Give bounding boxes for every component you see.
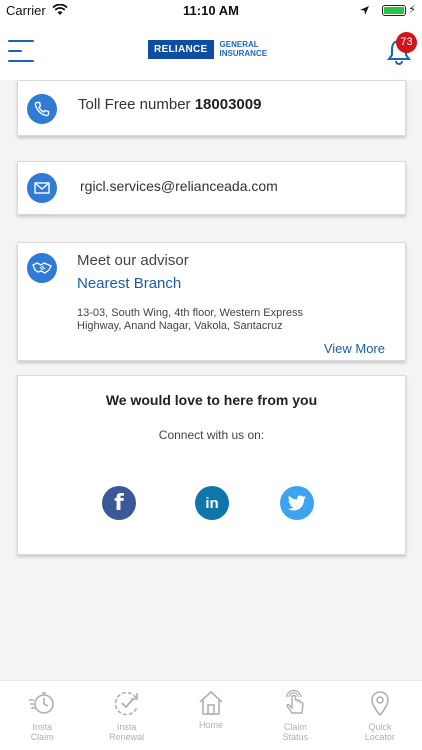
tab-label: Insta Claim xyxy=(30,722,54,742)
logo-sub-text: GENERAL INSURANCE xyxy=(219,40,268,58)
tab-label: Quick Locator xyxy=(364,722,395,742)
tab-label: Home xyxy=(199,720,224,730)
handshake-icon xyxy=(27,253,57,283)
advisor-card: Meet our advisor Nearest Branch 13-03, S… xyxy=(17,242,406,361)
tap-hand-icon xyxy=(286,689,305,714)
battery-icon xyxy=(382,5,406,16)
tab-insta-renewal[interactable]: Insta Renewal xyxy=(84,681,168,750)
tab-label: Insta Renewal xyxy=(109,722,145,742)
tab-insta-claim[interactable]: Insta Claim xyxy=(0,681,84,750)
notification-badge[interactable]: 73 xyxy=(396,32,417,53)
social-card: We would love to here from you Connect w… xyxy=(17,375,406,555)
logo-main-text: RELIANCE xyxy=(148,39,214,59)
connect-text: Connect with us on: xyxy=(158,428,265,442)
location-arrow-icon xyxy=(359,4,370,19)
phone-icon xyxy=(27,94,57,124)
nearest-branch-link[interactable]: Nearest Branch xyxy=(77,275,181,292)
charging-icon: ⚡ xyxy=(408,4,416,16)
renew-check-icon xyxy=(114,691,138,716)
location-pin-icon xyxy=(371,691,389,717)
stopwatch-icon xyxy=(29,692,55,714)
branch-address: 13-03, South Wing, 4th floor, Western Ex… xyxy=(77,307,304,332)
email-card[interactable]: rgicl.services@relianceada.com xyxy=(17,161,406,215)
twitter-icon[interactable] xyxy=(280,486,314,520)
facebook-icon[interactable]: f xyxy=(102,486,136,520)
view-more-link[interactable]: View More xyxy=(324,341,385,356)
social-heading: We would love to here from you xyxy=(105,392,318,408)
linkedin-icon[interactable]: in xyxy=(195,486,229,520)
status-bar: Carrier 11:10 AM ⚡ xyxy=(0,0,422,22)
toll-free-number: 18003009 xyxy=(194,96,262,113)
toll-free-card[interactable]: Toll Free number 18003009 xyxy=(17,80,406,136)
advisor-title: Meet our advisor xyxy=(77,252,189,269)
tab-home[interactable]: Home xyxy=(169,681,253,750)
app-header: RELIANCE GENERAL INSURANCE 73 xyxy=(0,22,422,80)
toll-free-text: Toll Free number 18003009 xyxy=(78,96,262,113)
tab-claim-status[interactable]: Claim Status xyxy=(253,681,337,750)
reliance-logo: RELIANCE GENERAL INSURANCE xyxy=(148,39,267,59)
tab-label: Claim Status xyxy=(282,722,309,742)
bottom-tab-bar: Insta Claim Insta Renewal Home Claim Status… xyxy=(0,680,422,750)
tab-quick-locator[interactable]: Quick Locator xyxy=(338,681,422,750)
home-icon xyxy=(199,690,223,715)
mail-icon xyxy=(27,173,57,203)
email-address: rgicl.services@relianceada.com xyxy=(80,178,278,194)
hamburger-menu-icon[interactable] xyxy=(8,38,34,64)
